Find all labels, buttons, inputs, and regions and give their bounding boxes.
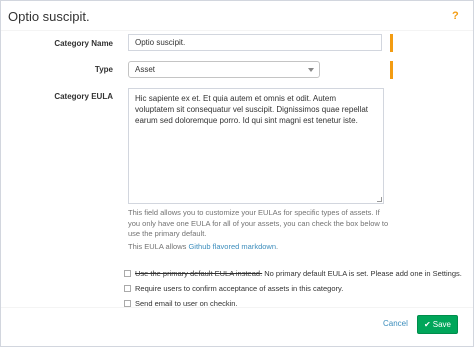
use-default-eula-label: Use the primary default EULA instead. [135, 269, 263, 278]
category-eula-label: Category EULA [54, 92, 113, 101]
type-select-value: Asset [135, 65, 156, 74]
markdown-note: This EULA allows Github flavored markdow… [128, 242, 278, 251]
resize-handle-icon[interactable] [377, 197, 382, 202]
required-indicator [390, 34, 393, 52]
eula-help-text: This field allows you to customize your … [128, 208, 389, 238]
use-default-eula-checkbox[interactable] [124, 270, 131, 277]
required-indicator [390, 61, 393, 79]
no-default-eula-note: No primary default EULA is set. Please a… [262, 269, 462, 278]
category-eula-textarea[interactable]: Hic sapiente ex et. Et quia autem et omn… [128, 88, 384, 204]
save-button-label: Save [432, 320, 451, 329]
chevron-down-icon [308, 68, 314, 72]
checkmark-icon: ✔ [424, 320, 431, 329]
markdown-link[interactable]: Github flavored markdown [188, 242, 276, 251]
markdown-note-suffix: . [276, 242, 279, 251]
use-default-eula-row: Use the primary default EULA instead. No… [124, 269, 462, 279]
page-title: Optio suscipit. [8, 9, 90, 24]
eula-text: Hic sapiente ex et. Et quia autem et omn… [135, 94, 369, 125]
type-select[interactable]: Asset [128, 61, 320, 78]
require-acceptance-label: Require users to confirm acceptance of a… [135, 284, 344, 293]
category-form-panel: Optio suscipit. ? Category Name Optio su… [0, 0, 474, 347]
cancel-button[interactable]: Cancel [383, 319, 408, 328]
type-label: Type [94, 65, 113, 74]
category-name-label: Category Name [54, 39, 113, 48]
question-mark-icon[interactable]: ? [452, 10, 459, 22]
panel-header: Optio suscipit. ? [1, 1, 473, 31]
require-acceptance-row: Require users to confirm acceptance of a… [124, 284, 343, 294]
category-name-input[interactable]: Optio suscipit. [128, 34, 382, 51]
require-acceptance-checkbox[interactable] [124, 285, 131, 292]
save-button[interactable]: ✔ Save [417, 315, 458, 334]
send-email-checkbox[interactable] [124, 300, 131, 307]
markdown-note-prefix: This EULA allows [128, 242, 189, 251]
